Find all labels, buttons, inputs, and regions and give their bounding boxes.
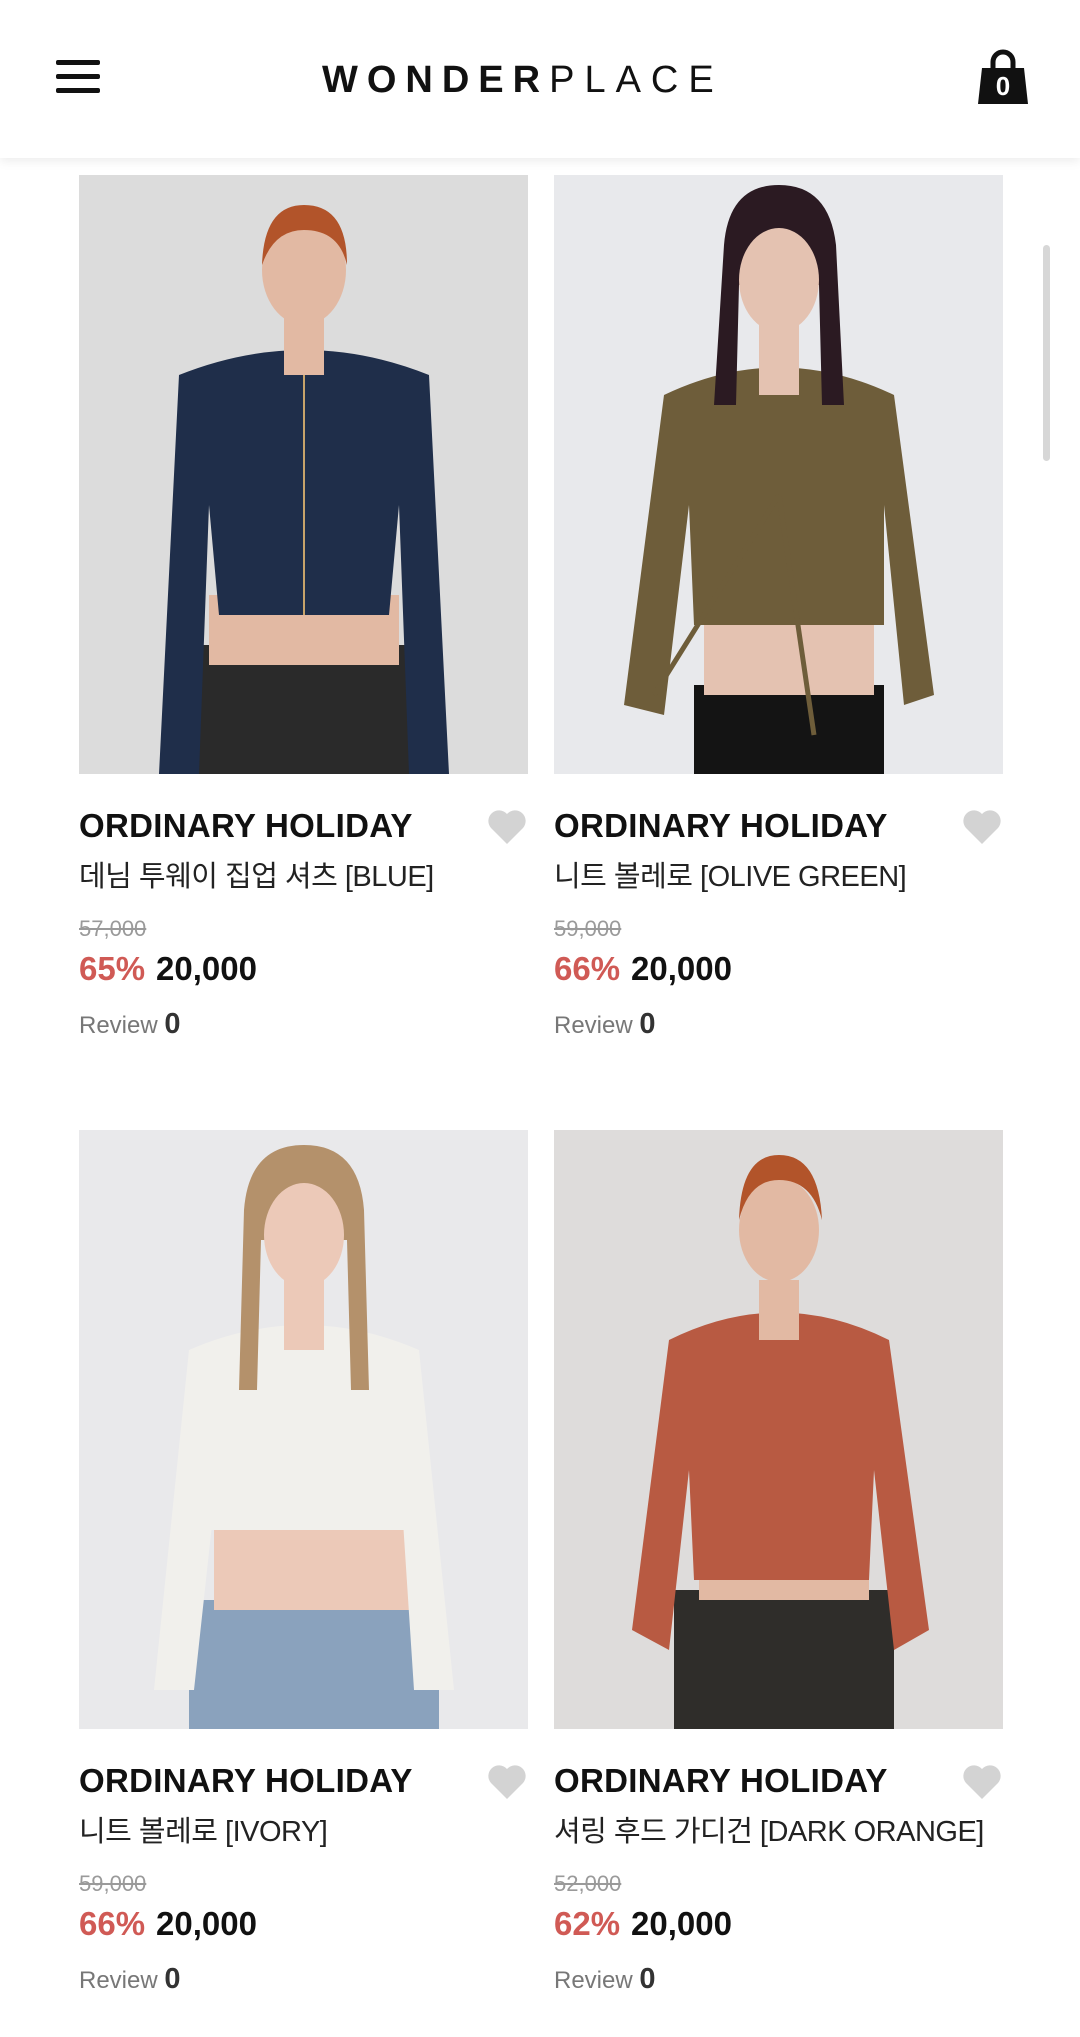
top-header: WONDERPLACE 0	[0, 0, 1080, 158]
original-price: 57,000	[79, 916, 147, 941]
sale-price: 20,000	[631, 1905, 732, 1942]
wishlist-heart-icon[interactable]	[486, 808, 528, 846]
review-count: Review 0	[79, 1963, 181, 1995]
wishlist-heart-icon[interactable]	[961, 808, 1003, 846]
product-card[interactable]: ORDINARY HOLIDAY 니트 볼레로 [IVORY] 59,000 6…	[79, 1130, 528, 1995]
product-image[interactable]	[554, 175, 1003, 774]
review-count: Review 0	[554, 1008, 656, 1040]
wishlist-heart-icon[interactable]	[961, 1763, 1003, 1801]
product-card[interactable]: ORDINARY HOLIDAY 니트 볼레로 [OLIVE GREEN] 59…	[554, 175, 1003, 1040]
product-brand: ORDINARY HOLIDAY	[554, 1762, 888, 1799]
review-count: Review 0	[79, 1008, 181, 1040]
product-brand: ORDINARY HOLIDAY	[554, 807, 888, 844]
sale-price: 20,000	[631, 950, 732, 987]
review-count: Review 0	[554, 1963, 656, 1995]
discount-rate: 62%	[554, 1905, 621, 1942]
menu-button[interactable]	[56, 58, 100, 94]
product-name[interactable]: 니트 볼레로 [OLIVE GREEN]	[554, 853, 907, 895]
product-image[interactable]	[79, 1130, 528, 1729]
sale-price: 20,000	[156, 950, 257, 987]
product-brand: ORDINARY HOLIDAY	[79, 807, 413, 844]
product-image[interactable]	[554, 1130, 1003, 1729]
product-card[interactable]: ORDINARY HOLIDAY 셔링 후드 가디건 [DARK ORANGE]…	[554, 1130, 1003, 1995]
wishlist-heart-icon[interactable]	[486, 1763, 528, 1801]
product-name[interactable]: 셔링 후드 가디건 [DARK ORANGE]	[554, 1808, 984, 1850]
original-price: 59,000	[554, 916, 622, 941]
discount-rate: 66%	[554, 950, 621, 987]
scrollbar[interactable]	[1043, 245, 1050, 461]
original-price: 52,000	[554, 1871, 622, 1896]
discount-rate: 66%	[79, 1905, 146, 1942]
sale-price: 20,000	[156, 1905, 257, 1942]
cart-count-badge: 0	[995, 71, 1011, 101]
product-card[interactable]: ORDINARY HOLIDAY 데님 투웨이 집업 셔츠 [BLUE] 57,…	[79, 175, 528, 1040]
discount-rate: 65%	[79, 950, 146, 987]
site-logo[interactable]: WONDERPLACE	[322, 56, 724, 104]
product-image[interactable]	[79, 175, 528, 774]
product-name[interactable]: 니트 볼레로 [IVORY]	[79, 1808, 328, 1850]
menu-icon	[56, 60, 100, 65]
product-name[interactable]: 데님 투웨이 집업 셔츠 [BLUE]	[79, 853, 434, 895]
cart-button[interactable]: 0	[976, 48, 1030, 108]
product-brand: ORDINARY HOLIDAY	[79, 1762, 413, 1799]
original-price: 59,000	[79, 1871, 147, 1896]
